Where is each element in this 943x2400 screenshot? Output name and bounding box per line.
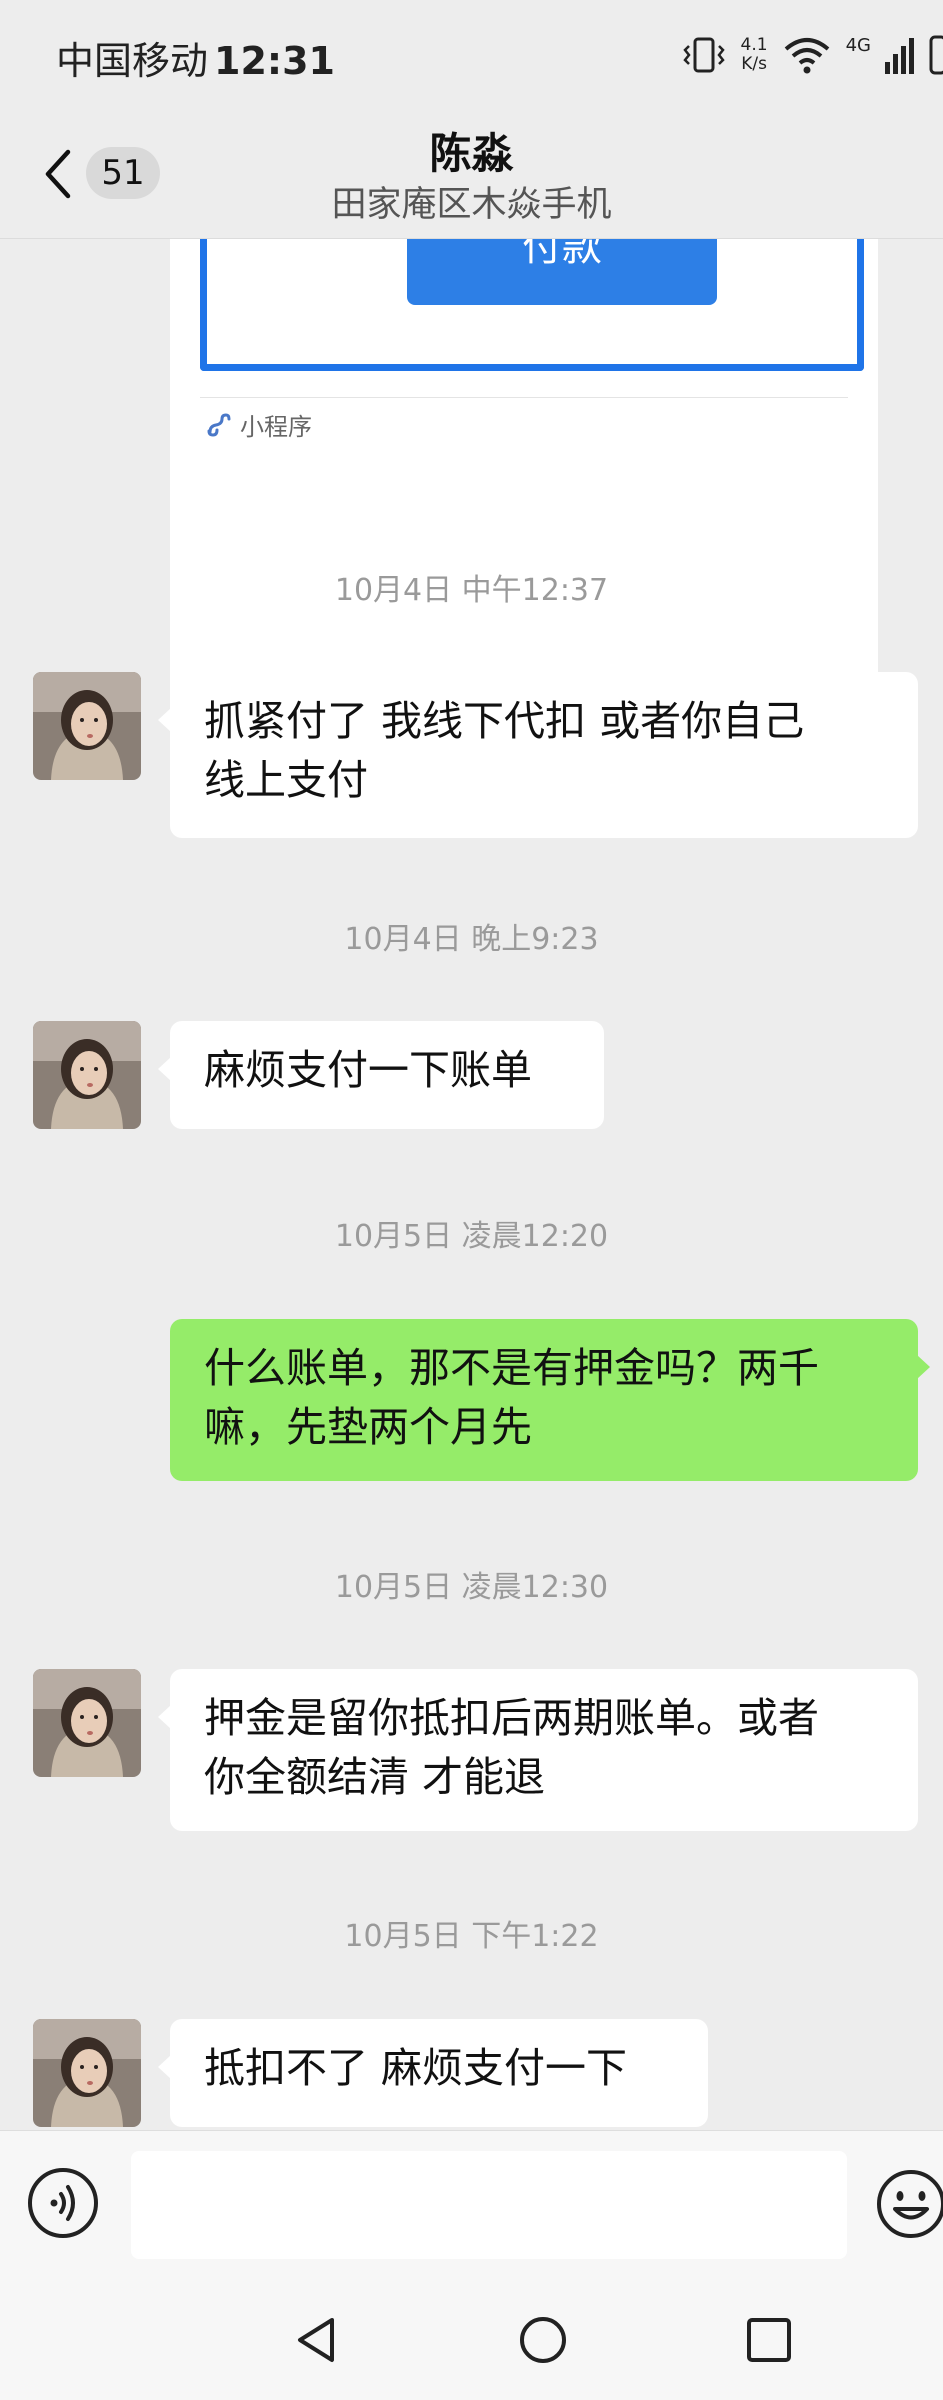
message-timestamp: 10月4日 中午12:37 xyxy=(334,573,609,608)
system-nav-bar xyxy=(0,2280,943,2400)
card-footer: 小程序 xyxy=(206,407,312,442)
message-line: 嘛，先垫两个月先 xyxy=(204,1403,532,1451)
card-preview: 付款 xyxy=(200,239,864,371)
message-line: 押金是留你抵扣后两期账单。或者 xyxy=(204,1694,819,1742)
emoji-icon[interactable] xyxy=(875,2168,943,2240)
voice-button[interactable] xyxy=(28,2168,98,2238)
contact-avatar[interactable] xyxy=(33,1021,141,1129)
contact-name[interactable]: 陈淼 xyxy=(0,120,943,181)
sent-message-bubble[interactable]: 什么账单，那不是有押金吗？两千 嘛，先垫两个月先 xyxy=(170,1319,930,1481)
message-timestamp: 10月4日 晚上9:23 xyxy=(344,922,599,957)
clock: 12:31 xyxy=(214,39,335,83)
message-line: 线上支付 xyxy=(204,756,368,804)
carrier-time: 中国移动 12:31 xyxy=(56,30,335,85)
nav-recents-icon[interactable] xyxy=(739,2310,799,2370)
contact-avatar[interactable] xyxy=(33,2019,141,2127)
mini-program-card[interactable]: 付款 小程序 xyxy=(170,239,878,723)
nav-back-icon[interactable] xyxy=(286,2310,346,2370)
mini-program-label: 小程序 xyxy=(240,413,312,441)
signal-icon xyxy=(885,38,914,74)
chat-messages[interactable]: 付款 小程序 10月4日 中午12:37 抓紧付了 我线下代扣 或者你自己 线上… xyxy=(0,239,943,2130)
contact-avatar[interactable] xyxy=(33,672,141,780)
nav-home-icon[interactable] xyxy=(513,2310,573,2370)
message-line: 什么账单，那不是有押金吗？两千 xyxy=(204,1344,819,1392)
voice-icon xyxy=(50,2185,75,2221)
card-divider xyxy=(200,397,848,398)
received-message-bubble[interactable]: 押金是留你抵扣后两期账单。或者 你全额结清 才能退 xyxy=(158,1669,918,1831)
status-bar: 中国移动 12:31 4.1 K/s 4G xyxy=(0,0,943,110)
carrier-name: 中国移动 xyxy=(56,39,209,83)
message-line: 抓紧付了 我线下代扣 或者你自己 xyxy=(204,697,805,745)
message-timestamp: 10月5日 凌晨12:20 xyxy=(334,1219,609,1254)
network-speed: 4.1 K/s xyxy=(740,35,768,74)
input-bar xyxy=(0,2130,943,2281)
chat-header: 51 陈淼 田家庵区木焱手机 xyxy=(0,110,943,239)
network-type: 4G xyxy=(845,34,871,56)
message-line: 抵扣不了 麻烦支付一下 xyxy=(204,2044,628,2092)
message-input[interactable] xyxy=(131,2151,847,2259)
message-timestamp: 10月5日 凌晨12:30 xyxy=(334,1570,609,1605)
status-icons: 4.1 K/s 4G xyxy=(681,30,943,80)
received-message-bubble[interactable]: 抵扣不了 麻烦支付一下 xyxy=(158,2019,708,2127)
received-message-bubble[interactable]: 抓紧付了 我线下代扣 或者你自己 线上支付 xyxy=(158,672,918,838)
vibrate-icon xyxy=(682,37,725,73)
wifi-icon xyxy=(784,38,829,74)
battery-icon xyxy=(929,35,943,75)
mini-program-icon xyxy=(207,412,231,437)
pay-button[interactable]: 付款 xyxy=(407,239,717,305)
received-message-bubble[interactable]: 麻烦支付一下账单 xyxy=(158,1021,604,1129)
contact-subtitle: 田家庵区木焱手机 xyxy=(331,185,612,225)
message-timestamp: 10月5日 下午1:22 xyxy=(344,1919,599,1954)
message-line: 你全额结清 才能退 xyxy=(204,1753,546,1801)
contact-avatar[interactable] xyxy=(33,1669,141,1777)
message-line: 麻烦支付一下账单 xyxy=(204,1046,532,1094)
